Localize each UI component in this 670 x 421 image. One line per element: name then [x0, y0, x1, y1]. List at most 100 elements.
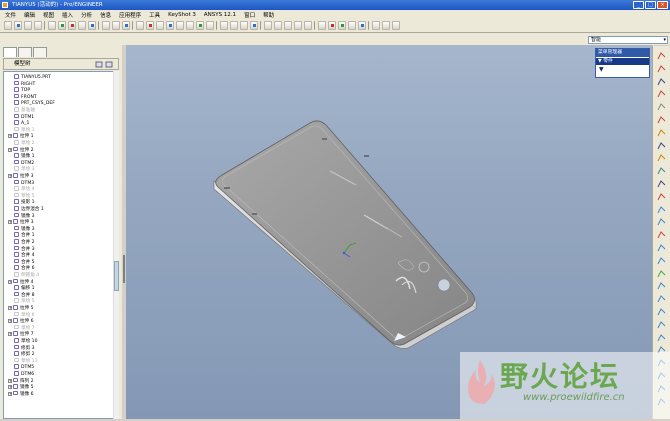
expand-icon[interactable]: + — [8, 174, 12, 178]
feature-tool-icon[interactable] — [657, 282, 666, 290]
toolbar-button-icon[interactable] — [250, 21, 258, 30]
scrollbar-thumb[interactable] — [114, 261, 119, 291]
tab-favorites[interactable] — [33, 47, 47, 57]
expand-icon[interactable]: + — [8, 385, 12, 390]
tree-item[interactable]: + 拉伸 2 — [8, 146, 34, 154]
tree-item[interactable]: DTM3 — [14, 179, 34, 187]
tree-item[interactable]: + 拉伸 7 — [8, 331, 34, 338]
tree-item[interactable]: 投影 1 — [14, 199, 35, 206]
toolbar-button-icon[interactable] — [166, 21, 174, 30]
menu-9[interactable]: ANSYS 12.1 — [204, 12, 236, 18]
minimize-button[interactable]: _ — [633, 1, 644, 9]
tree-item[interactable]: PRT_CSYS_DEF — [14, 100, 55, 107]
tree-item[interactable]: + 拉伸 4 — [8, 278, 34, 286]
tree-item[interactable]: 草绘 11 — [14, 357, 38, 365]
expand-icon[interactable]: + — [8, 319, 12, 324]
tree-item[interactable]: + 拉伸 5 — [8, 305, 34, 312]
toolbar-button-icon[interactable] — [112, 21, 120, 30]
feature-tool-icon[interactable] — [657, 231, 666, 239]
toolbar-button-icon[interactable] — [4, 21, 12, 30]
tree-item[interactable]: + 拉伸 6 — [8, 318, 34, 325]
toolbar-button-icon[interactable] — [206, 21, 214, 30]
feature-tool-icon[interactable] — [657, 320, 666, 329]
toolbar-button-icon[interactable] — [156, 21, 164, 30]
toolbar-button-icon[interactable] — [48, 21, 56, 30]
tree-item[interactable]: TOP — [14, 87, 30, 94]
tree-item[interactable]: A_1 — [14, 120, 29, 127]
maximize-button[interactable]: □ — [645, 1, 656, 9]
feature-tool-icon[interactable] — [657, 192, 666, 201]
tab-folder-browser[interactable] — [18, 47, 32, 57]
feature-tool-icon[interactable] — [657, 52, 666, 60]
tree-item[interactable]: 草绘 3 — [14, 166, 35, 173]
feature-tool-icon[interactable] — [657, 141, 666, 150]
tree-item[interactable]: 修剪 2 — [14, 351, 35, 358]
toolbar-button-icon[interactable] — [328, 21, 336, 30]
tree-item[interactable]: 草绘 5 — [14, 192, 35, 200]
menu-manager-part-item[interactable]: ▼ 零件 — [596, 58, 649, 65]
toolbar-button-icon[interactable] — [274, 21, 282, 30]
toolbar-button-icon[interactable] — [358, 21, 366, 30]
feature-tool-icon[interactable] — [657, 269, 666, 278]
menu-10[interactable]: 窗口 — [244, 11, 255, 19]
tree-item[interactable]: 合并 1 — [14, 232, 35, 239]
menu-manager-expand-icon[interactable]: ▼ — [596, 65, 649, 74]
tree-item[interactable]: 草绘 5 — [14, 298, 35, 305]
toolbar-button-icon[interactable] — [196, 21, 204, 30]
tree-settings-icon[interactable] — [95, 61, 115, 68]
tree-item[interactable]: 合并 4 — [14, 252, 35, 259]
tree-scrollbar[interactable] — [113, 71, 119, 419]
menu-7[interactable]: 工具 — [149, 11, 160, 19]
toolbar-button-icon[interactable] — [294, 21, 302, 30]
tree-item[interactable]: 合并 6 — [14, 265, 35, 272]
toolbar-button-icon[interactable] — [220, 21, 228, 30]
tree-item[interactable]: 合并 2 — [14, 239, 35, 246]
feature-tool-icon[interactable] — [657, 167, 666, 175]
toolbar-button-icon[interactable] — [102, 21, 110, 30]
tab-model-tree[interactable] — [3, 47, 17, 57]
feature-tool-icon[interactable] — [657, 128, 666, 137]
tree-item[interactable]: + 拉伸 3 — [8, 173, 34, 180]
toolbar-button-icon[interactable] — [338, 21, 346, 30]
feature-tool-icon[interactable] — [657, 103, 666, 111]
expand-icon[interactable]: + — [8, 391, 12, 396]
menu-2[interactable]: 视图 — [43, 11, 54, 19]
toolbar-button-icon[interactable] — [24, 21, 32, 30]
toolbar-button-icon[interactable] — [240, 21, 248, 30]
tree-item[interactable]: FRONT — [14, 93, 37, 101]
tree-item[interactable]: 草绘 10 — [14, 338, 38, 345]
toolbar-button-icon[interactable] — [304, 21, 312, 30]
feature-tool-icon[interactable] — [657, 244, 666, 252]
tree-item[interactable]: 草绘 6 — [14, 311, 35, 319]
tree-item[interactable]: + 镜像 6 — [8, 390, 34, 398]
toolbar-button-icon[interactable] — [78, 21, 86, 30]
feature-tool-icon[interactable] — [657, 77, 666, 86]
tree-item[interactable]: + 阵列 2 — [8, 377, 34, 385]
toolbar-button-icon[interactable] — [284, 21, 292, 30]
tree-item[interactable]: 镜像 3 — [14, 225, 35, 233]
menu-6[interactable]: 应用程序 — [119, 11, 141, 19]
toolbar-button-icon[interactable] — [176, 21, 184, 30]
tree-item[interactable]: 草绘 2 — [14, 140, 35, 147]
tree-item[interactable]: 倒圆角 4 — [14, 272, 39, 279]
toolbar-button-icon[interactable] — [14, 21, 22, 30]
toolbar-button-icon[interactable] — [122, 21, 130, 30]
toolbar-button-icon[interactable] — [186, 21, 194, 30]
tree-item[interactable]: 偏移 1 — [14, 285, 35, 292]
menu-3[interactable]: 插入 — [62, 11, 73, 19]
tree-item[interactable]: 基准轴 — [14, 107, 35, 114]
tree-item[interactable]: TIANYU5.PRT — [14, 74, 51, 81]
expand-icon[interactable]: + — [8, 220, 12, 225]
tree-item[interactable]: 镜像 3 — [14, 212, 35, 220]
tree-item[interactable]: 合并 3 — [14, 245, 35, 253]
feature-tool-icon[interactable] — [657, 154, 666, 162]
feature-tool-icon[interactable] — [657, 116, 666, 124]
toolbar-button-icon[interactable] — [318, 21, 326, 30]
expand-icon[interactable]: + — [8, 378, 12, 383]
tree-item[interactable]: 草绘 4 — [14, 186, 35, 193]
toolbar-button-icon[interactable] — [68, 21, 76, 30]
feature-tool-icon[interactable] — [657, 333, 666, 342]
feature-tool-icon[interactable] — [657, 218, 666, 226]
expand-icon[interactable]: + — [8, 134, 12, 139]
feature-tool-icon[interactable] — [657, 205, 666, 214]
